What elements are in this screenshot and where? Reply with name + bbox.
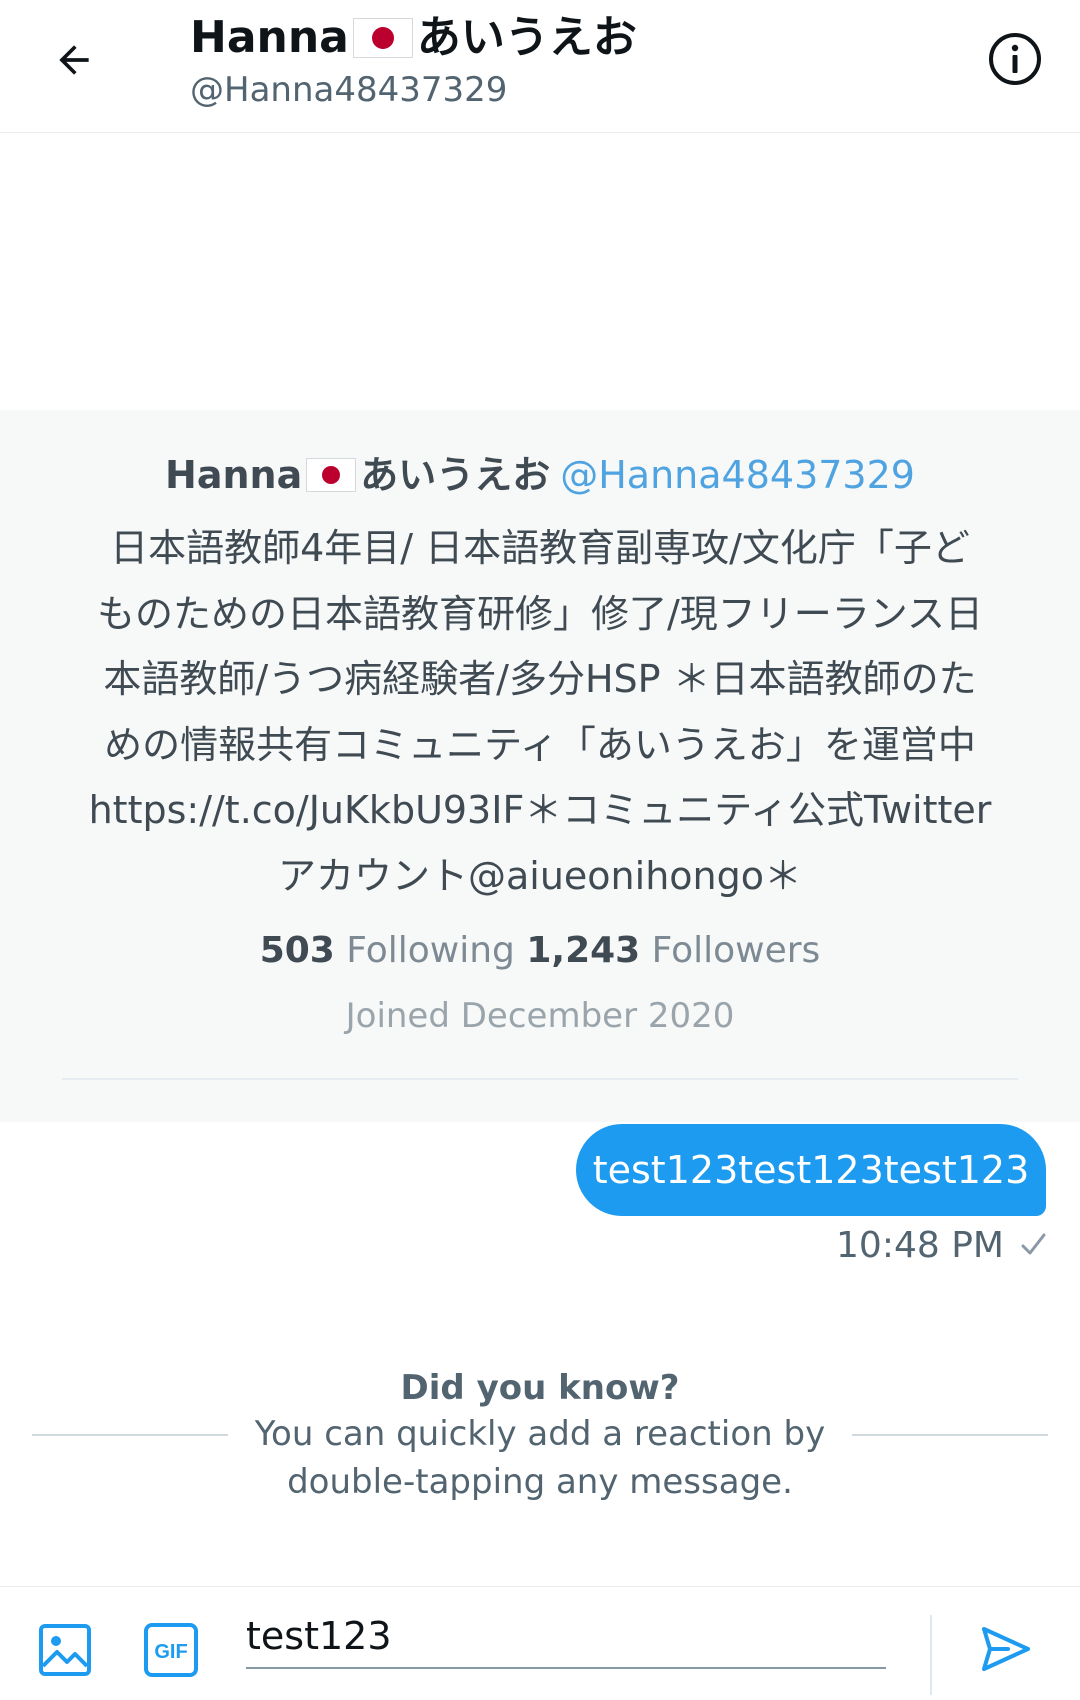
conversation-header: Hanna あいうえお @Hanna48437329 <box>0 0 1080 133</box>
profile-joined-date: Joined December 2020 <box>345 996 735 1036</box>
following-label: Following <box>346 930 515 971</box>
japan-flag-icon <box>306 458 357 492</box>
profile-divider <box>62 1078 1018 1080</box>
tip-divider-right <box>852 1434 1048 1436</box>
bio-line: 本語教師/うつ病経験者/多分HSP ＊日本語教師のた <box>103 657 977 701</box>
send-icon <box>978 1621 1034 1681</box>
conversation-handle: @Hanna48437329 <box>190 70 508 110</box>
message-time: 10:48 PM <box>836 1225 1004 1266</box>
tip-divider-left <box>32 1434 228 1436</box>
info-icon <box>987 31 1043 91</box>
profile-name-prefix: Hanna <box>165 453 303 497</box>
image-icon <box>37 1622 93 1682</box>
followers-label: Followers <box>651 930 821 971</box>
profile-handle[interactable]: @Hanna48437329 <box>560 453 915 497</box>
japan-flag-icon <box>352 18 413 58</box>
message-input[interactable] <box>246 1605 886 1669</box>
message-composer: GIF <box>0 1586 1080 1700</box>
add-gif-button[interactable]: GIF <box>136 1617 206 1687</box>
svg-text:GIF: GIF <box>154 1641 187 1663</box>
send-button[interactable] <box>968 1613 1044 1689</box>
conversation-title[interactable]: Hanna あいうえお <box>190 12 637 64</box>
profile-stats: 503 Following 1,243 Followers <box>0 928 1080 974</box>
profile-card[interactable]: Hanna あいうえお @Hanna48437329 日本語教師4年目/ 日本語教育… <box>0 410 1080 1122</box>
followers-count: 1,243 <box>526 930 641 971</box>
message-meta: 10:48 PM <box>800 1222 1048 1270</box>
bio-line: 日本語教師4年目/ 日本語教育副専攻/文化庁「子ど <box>110 526 970 570</box>
profile-name-line: Hanna あいうえお @Hanna48437329 <box>0 452 1080 498</box>
bio-line: ものための日本語教育研修」修了/現フリーランス日 <box>96 591 984 636</box>
header-name-prefix: Hanna <box>190 12 349 63</box>
gif-icon: GIF <box>143 1622 199 1682</box>
check-icon <box>1018 1229 1048 1263</box>
composer-divider <box>930 1615 932 1695</box>
profile-bio: 日本語教師4年目/ 日本語教育副専攻/文化庁「子ど ものための日本語教育研修」修… <box>40 516 1040 909</box>
bio-line: アカウント@aiueonihongo＊ <box>278 853 802 898</box>
back-button[interactable] <box>38 26 110 98</box>
arrow-left-icon <box>52 38 96 86</box>
message-bubble[interactable]: test123test123test123 <box>576 1124 1046 1216</box>
bio-line[interactable]: https://t.co/JuKkbU93IF＊コミュニティ公式Twitter <box>40 778 1040 844</box>
tip-body: You can quickly add a reaction by double… <box>254 1414 826 1502</box>
profile-name: Hanna あいうえお <box>165 453 550 497</box>
profile-name-suffix: あいうえお <box>360 453 551 497</box>
following-count: 503 <box>259 930 335 971</box>
header-name-suffix: あいうえお <box>416 12 637 63</box>
tip-title: Did you know? <box>400 1368 680 1408</box>
conversation-info-button[interactable] <box>982 28 1048 94</box>
add-media-button[interactable] <box>30 1617 100 1687</box>
bio-line: めの情報共有コミュニティ「あいうえお」を運営中 <box>104 722 976 767</box>
